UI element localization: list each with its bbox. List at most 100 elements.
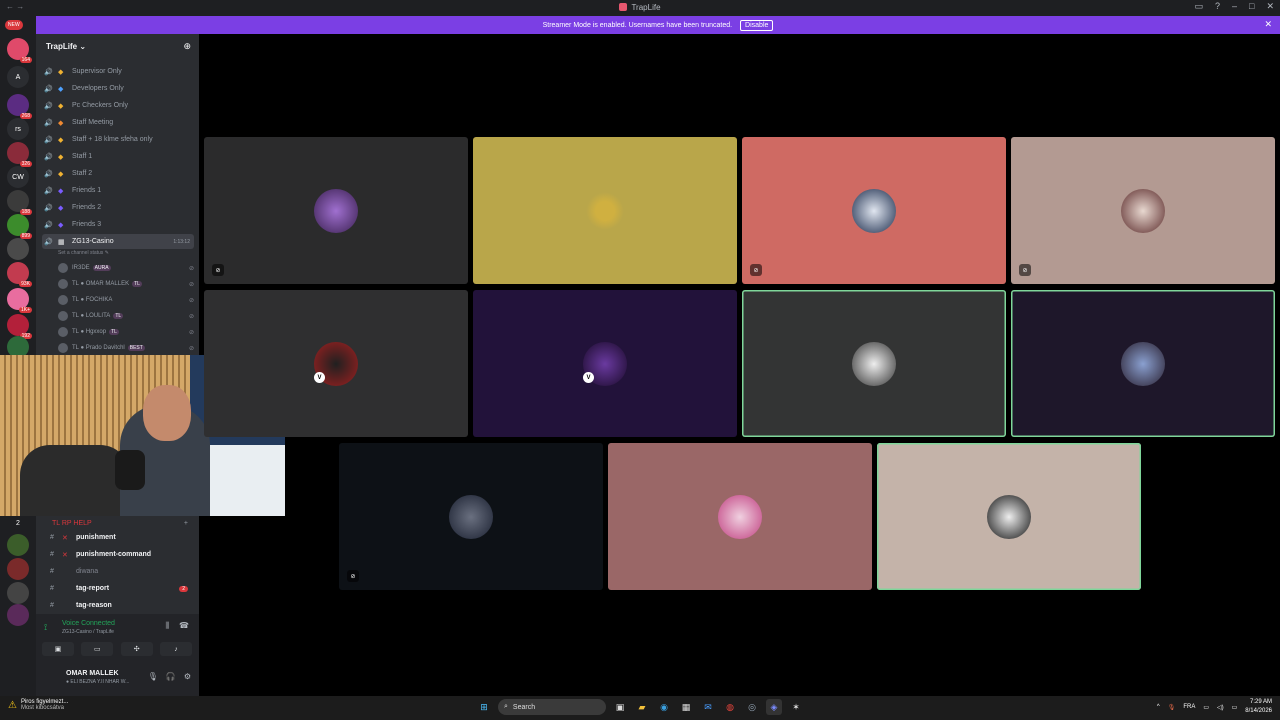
battery-icon[interactable]: ▭ — [1232, 704, 1238, 711]
clock[interactable]: 7:29 AM 8/14/2026 — [1245, 698, 1272, 716]
server-icon[interactable] — [7, 604, 29, 626]
voice-channel[interactable]: 🔊 ◆ Pc Checkers Only — [42, 98, 194, 113]
participant-tile[interactable] — [742, 290, 1006, 437]
minimize-button[interactable]: – — [1232, 1, 1237, 12]
taskbar-search[interactable]: ⌕ Search — [498, 699, 606, 715]
voice-channel[interactable]: 🔊 ◆ Friends 1 — [42, 183, 194, 198]
voice-member[interactable]: TL ● Hgxxop TL ⊘ — [58, 324, 194, 340]
screenshare-button[interactable]: ▭ — [81, 642, 114, 656]
server-icon[interactable]: 192 — [7, 314, 32, 339]
voice-channel[interactable]: 🔊 ◆ Staff 1 — [42, 149, 194, 164]
participant-tile[interactable] — [1011, 290, 1275, 437]
participant-tile[interactable]: ⊘ — [339, 443, 603, 590]
voice-member[interactable]: TL ● OMAR MALLEK TL ⊘ — [58, 276, 194, 292]
server-icon[interactable]: rs — [7, 118, 29, 140]
task-view-icon[interactable]: ▣ — [612, 699, 628, 715]
maximize-button[interactable]: □ — [1249, 1, 1254, 12]
tray-chevron-icon[interactable]: ^ — [1157, 704, 1160, 710]
mic-icon[interactable]: 🎙 — [148, 672, 158, 681]
chrome-icon[interactable]: ◍ — [722, 699, 738, 715]
file-explorer-icon[interactable]: ▰ — [634, 699, 650, 715]
participant-tile[interactable] — [877, 443, 1141, 590]
member-name: TL ● OMAR MALLEK — [72, 281, 130, 287]
text-channel[interactable]: # ✕ punishment-command — [42, 546, 194, 563]
guild-header[interactable]: TrapLife ⌄ ⊕ — [36, 34, 199, 60]
voice-channel[interactable]: 🔊 ◆ Friends 2 — [42, 200, 194, 215]
server-icon[interactable]: 268 — [7, 94, 32, 119]
network-icon[interactable]: ▭ — [1203, 704, 1209, 711]
server-icon[interactable]: 326 — [7, 142, 32, 167]
server-icon[interactable] — [7, 534, 29, 556]
disconnect-icon[interactable]: ☎ — [179, 621, 189, 631]
text-channel[interactable]: # tag-report 2 — [42, 580, 194, 597]
voice-member[interactable]: IR3DE AURA ⊘ — [58, 260, 194, 276]
signal-icon[interactable]: ⟟ — [44, 622, 47, 633]
start-icon[interactable]: ⊞ — [476, 699, 492, 715]
channel-status[interactable]: Set a channel status ✎ — [58, 250, 109, 256]
rockstar-icon[interactable]: ✶ — [788, 699, 804, 715]
help-icon[interactable]: ? — [1215, 1, 1220, 12]
language-indicator[interactable]: FRA — [1183, 704, 1195, 710]
participant-tile[interactable]: ⊘ — [742, 137, 1006, 284]
server-icon[interactable]: CW — [7, 166, 29, 188]
participant-tile[interactable]: ⊘ — [204, 137, 468, 284]
add-user-icon[interactable]: ⊕ — [183, 41, 191, 52]
text-channel[interactable]: # diwana — [42, 563, 194, 580]
voice-channel[interactable]: 🔊 ◆ Supervisor Only — [42, 64, 194, 79]
add-channel-icon[interactable]: + — [184, 520, 188, 527]
edge-icon[interactable]: ◉ — [656, 699, 672, 715]
tray-mic-icon[interactable]: 🎙 — [1168, 704, 1176, 711]
speaker-icon: 🔊 — [44, 119, 53, 127]
voice-channel-path[interactable]: ZG13-Casino / TrapLife — [62, 629, 114, 635]
user-name[interactable]: OMAR MALLEK — [66, 670, 119, 677]
server-icon[interactable] — [7, 582, 29, 604]
active-voice-channel[interactable]: 🔊 ▦ ZG13-Casino 1:13:12 — [42, 234, 194, 249]
discord-icon[interactable]: ◈ — [766, 699, 782, 715]
voice-member[interactable]: TL ● FOCHIKA ⊘ — [58, 292, 194, 308]
server-icon[interactable]: 164 — [7, 38, 32, 63]
mail-icon[interactable]: ✉ — [700, 699, 716, 715]
server-icon[interactable]: A — [7, 66, 29, 88]
settings-gear-icon[interactable]: ⚙ — [184, 672, 191, 681]
voice-channel[interactable]: 🔊 ◆ Developers Only — [42, 81, 194, 96]
server-icon[interactable]: 93K — [7, 262, 32, 287]
guild-name[interactable]: TrapLife ⌄ — [46, 42, 86, 51]
steam-icon[interactable]: ◎ — [744, 699, 760, 715]
close-window-button[interactable]: ✕ — [1266, 1, 1274, 12]
voice-channel[interactable]: 🔊 ◆ Staff 2 — [42, 166, 194, 181]
server-badge: 93K — [19, 281, 32, 287]
role-icon: ◆ — [58, 68, 64, 76]
server-icon[interactable]: 188 — [7, 190, 32, 215]
voice-channel[interactable]: 🔊 ◆ Friends 3 — [42, 217, 194, 232]
camera-button[interactable]: ▣ — [42, 642, 74, 656]
participant-tile[interactable]: V — [473, 290, 737, 437]
activities-button[interactable]: ✣ — [120, 642, 153, 656]
participant-tile[interactable]: ⊘ — [1011, 137, 1275, 284]
text-channel[interactable]: # ✕ punishment — [42, 529, 194, 546]
noise-suppression-icon[interactable]: ⫼ — [165, 621, 169, 631]
text-channel[interactable]: # tag-reason — [42, 597, 194, 614]
close-icon[interactable]: ✕ — [1264, 19, 1272, 30]
voice-member[interactable]: TL ● LOULITA TL ⊘ — [58, 308, 194, 324]
soundboard-button[interactable]: ♪ — [159, 642, 192, 656]
text-channel-name: tag-reason — [76, 602, 112, 609]
disable-streamer-button[interactable]: Disable — [740, 20, 774, 31]
deafened-icon: ⊘ — [750, 264, 762, 276]
participant-tile[interactable]: V — [204, 290, 468, 437]
store-icon[interactable]: ▦ — [678, 699, 694, 715]
voice-channel[interactable]: 🔊 ◆ Staff Meeting — [42, 115, 194, 130]
participant-tile[interactable] — [608, 443, 872, 590]
voice-channel[interactable]: 🔊 ◆ Staff + 18 klme sfeha only — [42, 132, 194, 147]
voice-status[interactable]: Voice Connected — [62, 620, 115, 627]
headphones-icon[interactable]: 🎧 — [166, 672, 176, 681]
member-tag: AURA — [92, 265, 111, 271]
participant-tile[interactable] — [473, 137, 737, 284]
server-icon[interactable]: 1K+ — [7, 288, 32, 313]
volume-icon[interactable]: ◁) — [1217, 704, 1224, 711]
server-icon[interactable] — [7, 558, 29, 580]
weather-widget[interactable]: ⚠ Piros figyelmezt... Most kibocsátva — [8, 699, 68, 711]
inbox-icon[interactable]: ▭ — [1194, 1, 1203, 12]
server-icon[interactable] — [7, 238, 29, 260]
voice-member[interactable]: TL ● Prado Davitchl BEST ⊘ — [58, 340, 194, 356]
server-icon[interactable]: 899 — [7, 214, 32, 239]
